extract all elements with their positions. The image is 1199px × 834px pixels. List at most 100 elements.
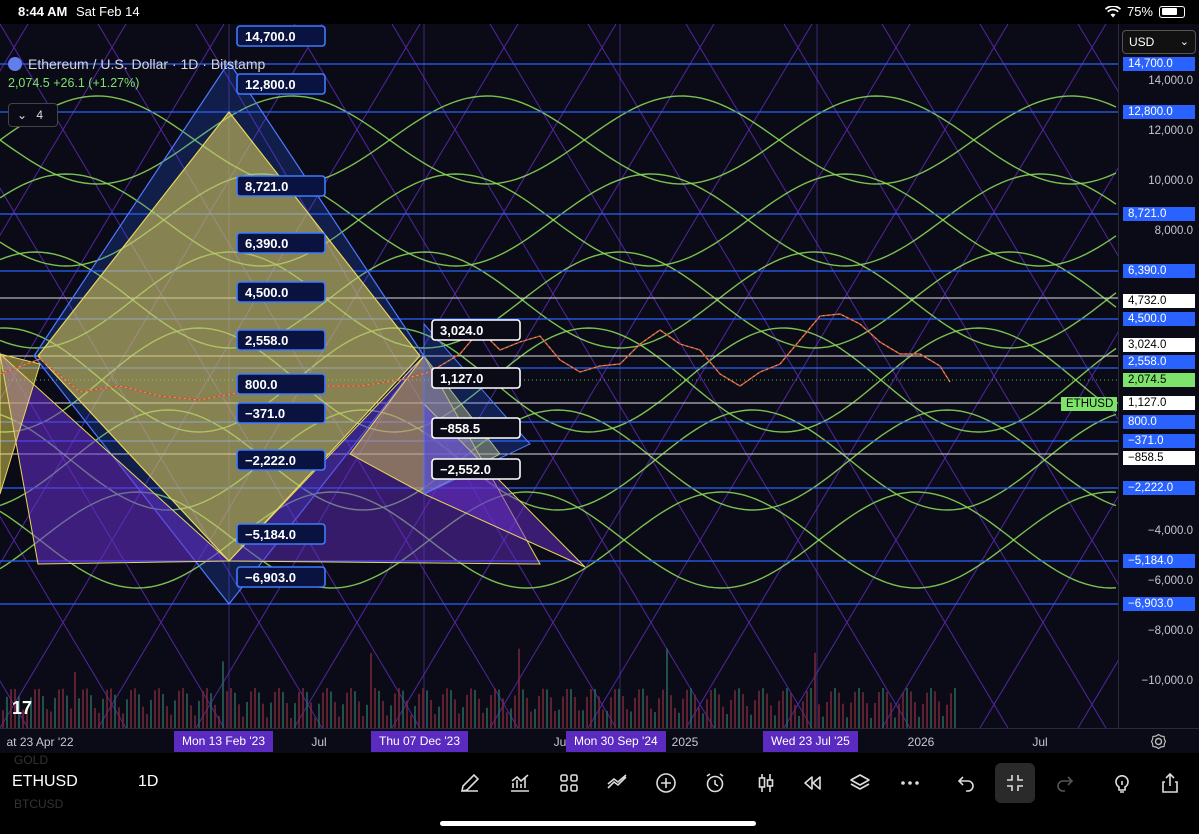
volume-bar [106,689,108,728]
symbol-button[interactable]: ETHUSD [12,773,78,791]
volume-bar [822,716,824,728]
volume-bar [2,710,4,728]
volume-bar [70,708,72,728]
volume-bar [674,707,676,728]
symbol-title[interactable]: Ethereum / U.S. Dollar · 1D · Bitstamp [28,56,265,72]
volume-bar [458,713,460,728]
volume-bar [426,690,428,728]
more-button[interactable] [896,769,924,797]
volume-bar [190,705,192,728]
fullscreen-exit-button[interactable] [995,763,1035,803]
volume-bar [450,690,452,728]
volume-bar [690,688,692,728]
level-label-white: −2,552.0 [431,458,521,480]
chart-type-button[interactable] [752,769,780,797]
volume-bar [646,695,648,728]
volume-bar [470,688,472,728]
currency-select[interactable]: USD ⌄ [1122,30,1196,54]
volume-bar [514,695,516,728]
volume-bar [118,707,120,728]
alert-button[interactable] [701,769,729,797]
time-tick: 2025 [671,735,699,749]
replay-button[interactable] [798,769,826,797]
ethereum-icon [8,57,22,71]
volume-bar [170,714,172,728]
level-label-white: 3,024.0 [431,319,521,341]
share-button[interactable] [1156,769,1184,797]
volume-bar [322,692,324,728]
layouts-button[interactable] [555,769,583,797]
volume-bar [834,688,836,728]
indicators-toggle-button[interactable]: ⌄ 4 [8,103,58,127]
volume-bar [890,702,892,728]
volume-bar [150,699,152,728]
volume-bar [302,688,304,728]
volume-bar [74,672,76,728]
volume-bar [818,704,820,728]
volume-bar [98,712,100,728]
volume-bar [462,707,464,728]
drawing-tools-button[interactable] [456,769,484,797]
volume-bar [942,716,944,728]
volume-bar [746,706,748,728]
add-button[interactable] [652,769,680,797]
crosshair-date-label: Thu 07 Dec '23 [371,731,469,752]
volume-bar [230,688,232,728]
level-label-blue: 14,700.0 [236,25,326,47]
volume-bar [602,709,604,728]
volume-bar [86,688,88,728]
volume-bar [246,701,248,728]
label-text: −6,903.0 [245,570,296,585]
volume-bar [66,695,68,728]
volume-bar [318,703,320,728]
volume-bar [298,692,300,728]
label-text: 2,558.0 [245,333,288,348]
time-tick: at 23 Apr '22 [6,735,74,749]
time-axis[interactable]: at 23 Apr '22 Jul Ju 2025 2026 Jul Mon 1… [0,728,1199,753]
volume-bar [886,691,888,728]
object-tree-button[interactable] [846,769,874,797]
volume-bar [218,716,220,728]
volume-bar [402,690,404,728]
volume-bar [798,715,800,728]
volume-bar [326,688,328,728]
price-tick: 10,000.0 [1148,175,1193,187]
pencil-icon [460,773,480,793]
layers-icon [850,774,870,790]
volume-bar [390,705,392,728]
label-text: −371.0 [245,406,285,421]
undo-button[interactable] [952,769,980,797]
ideas-button[interactable] [1108,769,1136,797]
volume-bar [142,706,144,728]
indicators-button[interactable] [506,769,534,797]
volume-bar [102,698,104,728]
settings-icon[interactable] [1150,733,1167,750]
redo-icon [1057,776,1074,792]
volume-bar [906,688,908,728]
crosshair-date-label: Wed 23 Jul '25 [763,731,858,752]
volume-bar [910,691,912,728]
price-axis[interactable]: 14,000.0 12,000.0 10,000.0 8,000.0 −4,000.0 −… [1061,24,1199,728]
volume-bar [506,712,508,728]
volume-bar [306,691,308,728]
chart-canvas[interactable]: 14,700.012,800.08,721.06,390.04,500.02,5… [0,24,1120,728]
label-text: 3,024.0 [440,323,483,338]
volume-bar [214,704,216,728]
watchlist-prev[interactable]: GOLD [14,753,48,767]
timeframe-button[interactable]: 1D [138,773,158,791]
compare-button[interactable] [603,769,631,797]
redo-button[interactable] [1051,769,1079,797]
volume-bar [166,706,168,728]
volume-bar [410,714,412,728]
volume-bar [262,703,264,728]
chart-area[interactable]: 14,700.0 12,800.0 8,721.0 6,390.0 4,500.0 2,5… [0,24,1120,728]
volume-bar [274,691,276,728]
volume-bar [226,691,228,728]
level-label-blue: 4,500.0 [236,281,326,303]
volume-bar [442,694,444,728]
watchlist-next[interactable]: BTCUSD [14,797,63,811]
volume-bar [642,688,644,728]
lightbulb-icon [1115,775,1129,793]
volume-bar [878,692,880,728]
price-level-tag: −2,222.0 [1123,481,1195,495]
